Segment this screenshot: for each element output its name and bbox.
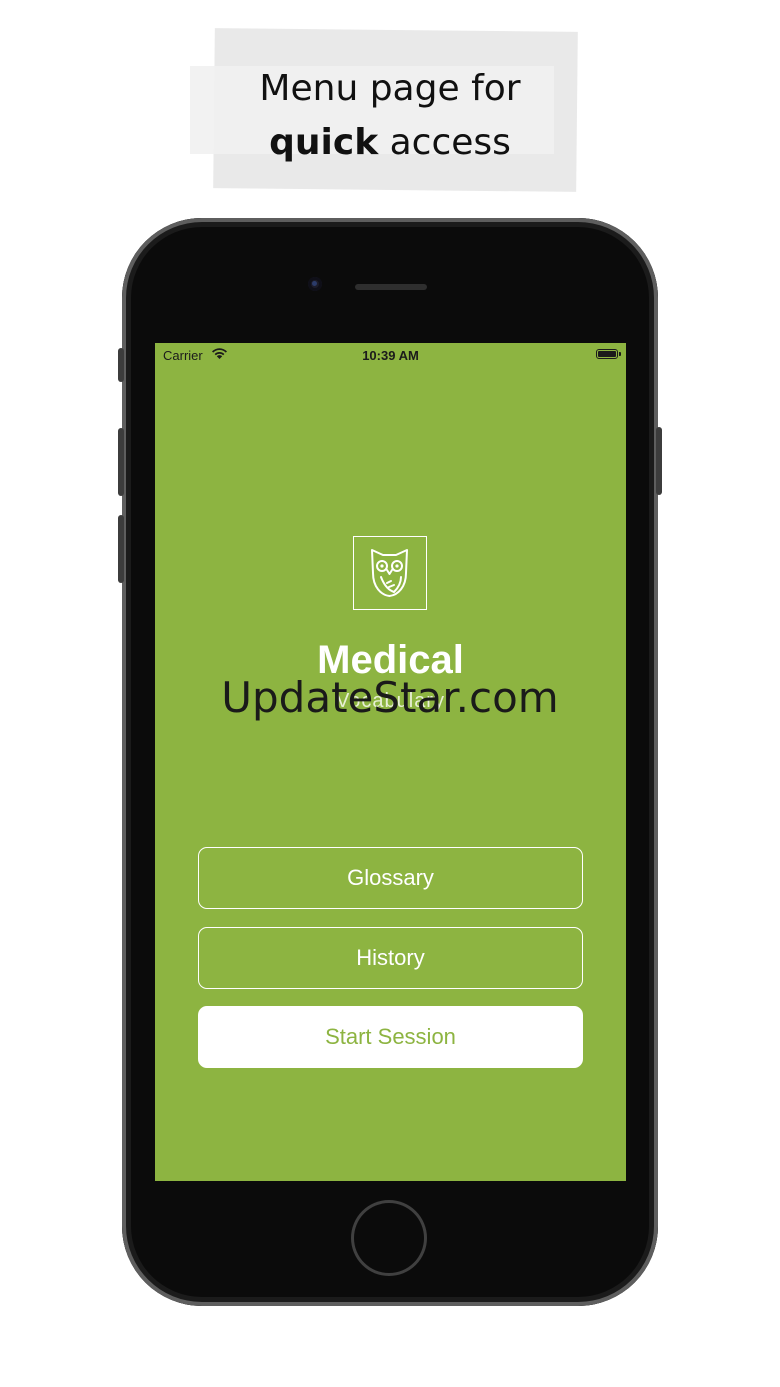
volume-down-button xyxy=(118,515,124,583)
glossary-button[interactable]: Glossary xyxy=(198,847,583,909)
mute-switch xyxy=(118,348,124,382)
caption-line-2: quick access xyxy=(0,116,780,170)
owl-logo-graphic xyxy=(371,549,408,597)
history-button[interactable]: History xyxy=(198,927,583,989)
app-screen: Carrier 10:39 AM Medical Vocabulary Glos… xyxy=(155,343,626,1181)
power-button xyxy=(656,427,662,495)
battery-icon xyxy=(596,349,621,359)
caption-text: Menu page for quick access xyxy=(0,62,780,170)
front-camera-icon xyxy=(308,277,322,291)
earpiece-speaker xyxy=(355,284,427,290)
caption-rest: access xyxy=(378,122,511,163)
volume-up-button xyxy=(118,428,124,496)
home-button[interactable] xyxy=(354,1203,424,1273)
caption-line-1: Menu page for xyxy=(259,68,521,109)
caption-bold-word: quick xyxy=(269,122,379,163)
caption-banner: Menu page for quick access xyxy=(0,0,780,210)
status-bar: Carrier 10:39 AM xyxy=(155,343,626,367)
status-time: 10:39 AM xyxy=(362,348,419,363)
watermark-text: UpdateStar.com xyxy=(221,673,559,722)
start-session-button[interactable]: Start Session xyxy=(198,1006,583,1068)
owl-icon xyxy=(353,536,427,610)
